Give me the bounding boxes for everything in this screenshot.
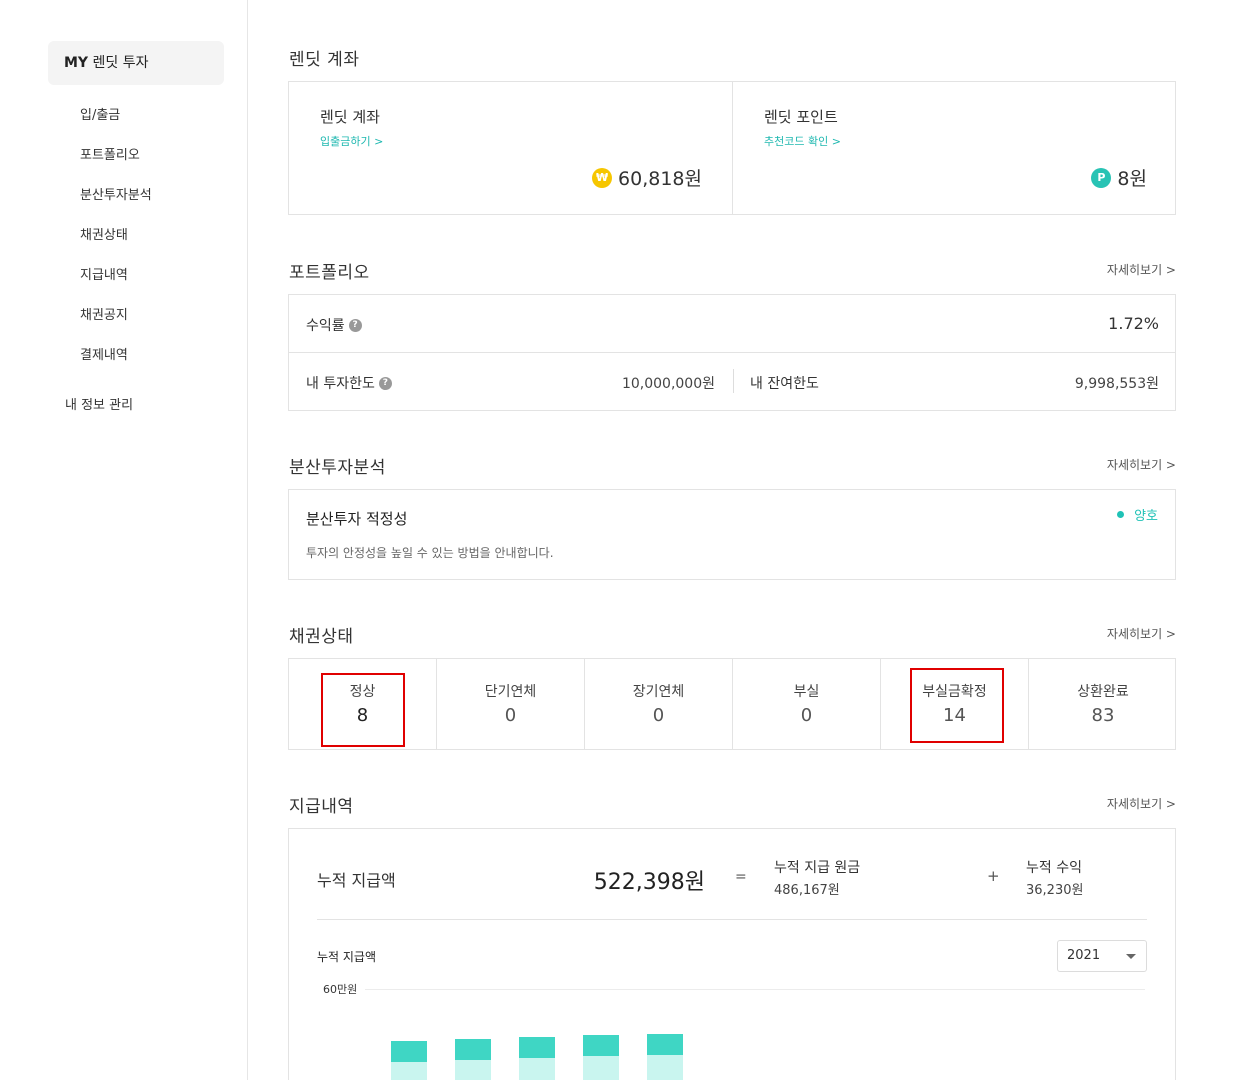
portfolio-more-link[interactable]: 자세히보기 > (1107, 261, 1176, 278)
chart-bar (519, 1058, 555, 1080)
bond-label: 단기연체 (484, 684, 537, 700)
profit-label: 누적 수익 (1026, 860, 1082, 876)
bonds-more-link[interactable]: 자세히보기 > (1107, 625, 1176, 642)
plus-sign: + (987, 867, 1000, 885)
diversify-more-link[interactable]: 자세히보기 > (1107, 456, 1176, 473)
sidebar: MY 렌딧 투자 입/출금 포트폴리오 분산투자분석 채권상태 지급내역 채권공… (0, 0, 248, 1080)
bond-status-box: 정상 8 단기연체 0 장기연체 0 부실 0 부실금확정 14 상환완료 83 (288, 658, 1176, 750)
yield-row: 수익률 ? 1.72% (289, 295, 1175, 353)
bond-cell-long-overdue[interactable]: 장기연체 0 (585, 659, 733, 749)
chart-bar (519, 1037, 555, 1058)
chart-bar (391, 1041, 427, 1062)
chart-bar (583, 1035, 619, 1056)
diversify-box: 분산투자 적정성 투자의 안정성을 높일 수 있는 방법을 안내합니다. 양호 (288, 489, 1176, 580)
yield-value: 1.72% (1108, 314, 1159, 333)
bond-cell-short-overdue[interactable]: 단기연체 0 (437, 659, 585, 749)
help-icon[interactable]: ? (378, 376, 392, 390)
status-dot-icon (1117, 511, 1125, 518)
bond-cell-default[interactable]: 부실 0 (733, 659, 881, 749)
investment-limit-label: 내 투자한도 (306, 376, 375, 392)
sidebar-item-bond-status[interactable]: 채권상태 (80, 224, 128, 243)
sidebar-header-label: 렌딧 투자 (88, 55, 149, 71)
bond-count: 0 (652, 705, 665, 726)
sidebar-item-payment-history[interactable]: 지급내역 (80, 264, 128, 283)
sidebar-item-portfolio[interactable]: 포트폴리오 (80, 144, 140, 163)
limit-label-wrap: 내 투자한도 ? (306, 373, 392, 393)
lendit-account-title: 렌딧 계좌 (320, 108, 380, 126)
principal-paid-value: 486,167원 (774, 883, 840, 898)
divider (317, 919, 1147, 920)
account-balance: 60,818원 (618, 168, 702, 190)
highlight-box-default-confirmed (910, 668, 1004, 743)
diversify-description: 투자의 안정성을 높일 수 있는 방법을 안내합니다. (306, 546, 554, 560)
chart-bar (647, 1055, 683, 1080)
principal-paid-label: 누적 지급 원금 (774, 860, 861, 876)
yield-label: 수익률 (306, 318, 345, 334)
highlight-box-normal (321, 673, 405, 747)
deposit-withdraw-link[interactable]: 입출금하기 > (320, 133, 383, 149)
yield-label-wrap: 수익률 ? (306, 315, 362, 335)
remaining-limit-label: 내 잔여한도 (750, 376, 819, 392)
chart-y-tick: 60만원 (323, 983, 358, 996)
sidebar-header-prefix: MY (64, 55, 89, 71)
sidebar-item-my-info[interactable]: 내 정보 관리 (65, 394, 133, 413)
referral-code-link[interactable]: 추천코드 확인 > (764, 133, 841, 149)
equals-sign: = (735, 869, 747, 885)
lendit-point-title: 렌딧 포인트 (764, 108, 838, 126)
year-select[interactable]: 2021 (1057, 940, 1147, 972)
portfolio-section-title: 포트폴리오 (289, 263, 370, 283)
point-balance: 8원 (1117, 168, 1147, 190)
bonds-section-title: 채권상태 (289, 627, 354, 647)
diversify-status-label: 양호 (1134, 509, 1158, 524)
total-paid-value: 522,398원 (593, 870, 705, 895)
chart-bar (647, 1034, 683, 1055)
year-select-value: 2021 (1067, 948, 1101, 963)
sidebar-item-deposit-withdraw[interactable]: 입/출금 (80, 104, 120, 123)
bond-count: 0 (800, 705, 813, 726)
lendit-account-panel: 렌딧 계좌 입출금하기 > ₩ 60,818원 (289, 82, 733, 214)
bond-cell-repaid[interactable]: 상환완료 83 (1029, 659, 1177, 749)
payments-more-link[interactable]: 자세히보기 > (1107, 795, 1176, 812)
lendit-point-amount: P 8원 (1091, 164, 1147, 191)
portfolio-box: 수익률 ? 1.72% 내 투자한도 ? 10,000,000원 내 잔여한도 … (288, 294, 1176, 411)
sidebar-header-my-investment[interactable]: MY 렌딧 투자 (48, 41, 224, 85)
point-coin-icon: P (1091, 167, 1112, 188)
account-section-title: 렌딧 계좌 (289, 50, 360, 70)
bond-label: 부실 (793, 684, 820, 700)
chart-bar (455, 1039, 491, 1060)
sidebar-item-diversify-analysis[interactable]: 분산투자분석 (80, 184, 152, 203)
won-coin-icon: ₩ (592, 167, 613, 188)
lendit-account-amount: ₩ 60,818원 (592, 164, 702, 191)
bond-count: 83 (1091, 705, 1115, 726)
lendit-point-panel: 렌딧 포인트 추천코드 확인 > P 8원 (733, 82, 1177, 214)
help-icon[interactable]: ? (348, 318, 362, 332)
investment-limit-value: 10,000,000원 (621, 376, 715, 392)
bond-label: 상환완료 (1077, 684, 1129, 700)
diversify-status: 양호 (1117, 505, 1158, 524)
bond-label: 장기연체 (632, 684, 685, 700)
bond-count: 0 (504, 705, 517, 726)
profit-value: 36,230원 (1026, 883, 1084, 898)
account-box: 렌딧 계좌 입출금하기 > ₩ 60,818원 렌딧 포인트 추천코드 확인 >… (288, 81, 1176, 215)
divider (733, 369, 734, 393)
remaining-limit-value: 9,998,553원 (1074, 376, 1159, 392)
chart-bar (455, 1060, 491, 1080)
chevron-down-icon (1126, 954, 1136, 959)
total-paid-label: 누적 지급액 (317, 871, 396, 890)
chart-title: 누적 지급액 (317, 950, 377, 964)
sidebar-item-settlement-history[interactable]: 결제내역 (80, 344, 128, 363)
diversify-section-title: 분산투자분석 (289, 458, 386, 478)
payments-section-title: 지급내역 (289, 797, 354, 817)
payments-box: 누적 지급액 522,398원 = 누적 지급 원금 486,167원 + 누적… (288, 828, 1176, 1080)
limit-row: 내 투자한도 ? 10,000,000원 내 잔여한도 9,998,553원 (289, 353, 1175, 411)
sidebar-item-bond-notice[interactable]: 채권공지 (80, 304, 128, 323)
chart-bar (391, 1062, 427, 1080)
chart-bar (583, 1056, 619, 1080)
chart-gridline (365, 989, 1145, 990)
diversify-title: 분산투자 적정성 (306, 510, 408, 528)
